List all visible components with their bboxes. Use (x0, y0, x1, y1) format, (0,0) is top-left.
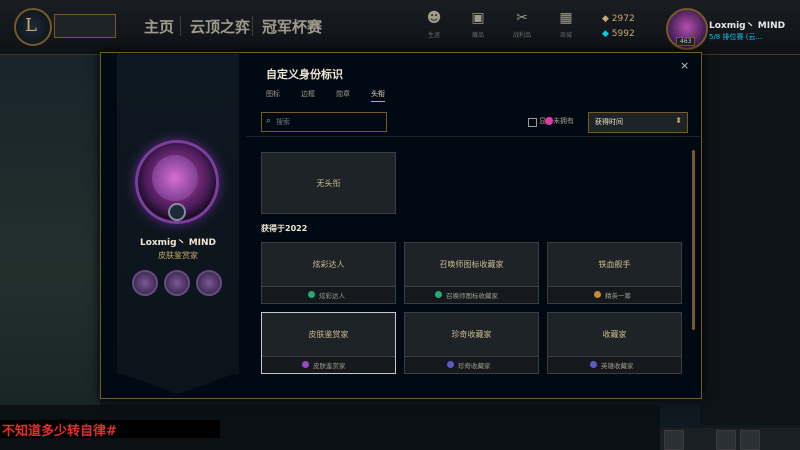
title-card-source: 珍奇收藏家 (458, 362, 491, 370)
logo-glyph: L (25, 15, 37, 36)
profile-status: 5/8 排位赛 (云... (709, 33, 763, 41)
nav-separator (252, 16, 253, 36)
title-card-label: 召唤师图标收藏家 (439, 260, 504, 269)
search-icon: ⌕ (266, 116, 272, 126)
title-card-none[interactable]: 无头衔 (261, 152, 396, 214)
title-card-source: 炫彩达人 (319, 292, 345, 300)
lol-logo-button[interactable]: L (14, 8, 52, 46)
toolbar-label: 商城 (559, 32, 572, 39)
banner-player-title: 皮肤鉴赏家 (158, 251, 198, 260)
challenge-icon (590, 361, 597, 368)
title-card-footer: 英雄收藏家 (548, 356, 681, 373)
banner-player-name: Loxmig丶 MIND (139, 238, 217, 248)
nav-tab-home[interactable]: 主页 (144, 16, 174, 37)
blue-essence-amount: 2972 (611, 14, 635, 24)
title-card-footer: 皮肤鉴赏家 (262, 356, 395, 373)
title-card-source: 皮肤鉴赏家 (313, 362, 346, 370)
chest-icon[interactable]: ▣ (464, 10, 492, 26)
toolbar-label: 藏品 (471, 32, 484, 39)
tab-badges[interactable]: 勋章 (336, 89, 350, 99)
header-divider (246, 136, 700, 137)
riot-points-amount: 5992 (611, 29, 635, 39)
tools-icon[interactable]: ✂ (508, 10, 536, 26)
challenge-icon (435, 291, 442, 298)
title-card-footer: 精英一筹 (548, 286, 681, 303)
title-card-label: 珍奇收藏家 (451, 330, 492, 339)
list-fade (246, 378, 696, 396)
title-card-source: 召唤师图标收藏家 (446, 292, 498, 300)
tab-borders[interactable]: 边框 (301, 89, 315, 99)
nav-tab-tft[interactable]: 云顶之弈 (190, 16, 250, 37)
nav-separator (180, 16, 181, 36)
title-card-source: 英雄收藏家 (601, 362, 634, 370)
title-card-label: 皮肤鉴赏家 (308, 330, 349, 339)
search-box[interactable]: ⌕ (261, 112, 387, 132)
title-card-label: 炫彩达人 (312, 260, 345, 269)
title-card-footer: 炫彩达人 (262, 286, 395, 303)
title-card-footer: 珍奇收藏家 (405, 356, 538, 373)
title-card[interactable]: 珍奇收藏家 珍奇收藏家 (404, 312, 539, 374)
stream-caption-box: 不知道多少转自律# (0, 420, 220, 439)
tab-icons[interactable]: 图标 (266, 89, 280, 99)
level-badge: 463 (676, 37, 696, 46)
challenge-icon (308, 291, 315, 298)
title-card-source: 精英一筹 (605, 292, 631, 300)
modal-title: 自定义身份标识 (266, 68, 343, 81)
search-input[interactable] (276, 115, 376, 128)
scrollbar[interactable] (692, 150, 695, 330)
rank-gem-icon (168, 203, 186, 221)
person-icon[interactable]: ☻ (420, 10, 448, 26)
store-icon[interactable]: ▦ (552, 10, 580, 26)
summoner-icon (152, 155, 198, 201)
title-card-label: 铁血舰手 (598, 260, 631, 269)
play-button[interactable] (54, 14, 116, 38)
challenge-icon (302, 361, 309, 368)
cursor-marker (545, 117, 553, 125)
title-card[interactable]: 召唤师图标收藏家 召唤师图标收藏家 (404, 242, 539, 304)
toolbar-label: 战利品 (512, 32, 531, 39)
blue-essence-icon: ◆ (602, 14, 612, 24)
challenge-token-icon (132, 270, 158, 296)
toolbar-label: 生涯 (427, 32, 440, 39)
title-card[interactable]: 铁血舰手 精英一筹 (547, 242, 682, 304)
nav-tab-clash[interactable]: 冠军杯赛 (262, 16, 322, 37)
challenge-icon (447, 361, 454, 368)
riot-points-icon: ◆ (602, 29, 612, 39)
title-card-label: 收藏家 (602, 330, 627, 339)
currency-display: ◆ 2972 ◆ 5992 (602, 12, 635, 42)
challenge-token-icon (196, 270, 222, 296)
background-left-art (0, 55, 100, 415)
updown-chevron-icon: ⬍ (675, 116, 682, 125)
title-card[interactable]: 炫彩达人 炫彩达人 (261, 242, 396, 304)
title-card[interactable]: 收藏家 英雄收藏家 (547, 312, 682, 374)
challenge-token-icon (164, 270, 190, 296)
profile-name: Loxmig丶 MIND (709, 21, 786, 31)
title-card-footer: 召唤师图标收藏家 (405, 286, 538, 303)
challenge-icon (594, 291, 601, 298)
chat-icon[interactable] (664, 430, 684, 450)
mic-icon[interactable] (716, 430, 736, 450)
close-icon[interactable]: × (680, 59, 689, 72)
title-card-label: 无头衔 (316, 179, 341, 188)
banner-tip (117, 372, 239, 394)
social-panel (700, 55, 800, 425)
help-icon[interactable] (740, 430, 760, 450)
title-card-selected[interactable]: 皮肤鉴赏家 皮肤鉴赏家 (261, 312, 396, 374)
section-header: 获得于2022 (261, 224, 308, 233)
sort-dropdown[interactable]: 获得时间 ⬍ (588, 112, 688, 133)
tab-titles[interactable]: 头衔 (371, 89, 385, 102)
sort-value: 获得时间 (595, 118, 623, 126)
stream-caption: 不知道多少转自律# (2, 424, 117, 439)
show-unowned-checkbox[interactable] (528, 118, 537, 127)
